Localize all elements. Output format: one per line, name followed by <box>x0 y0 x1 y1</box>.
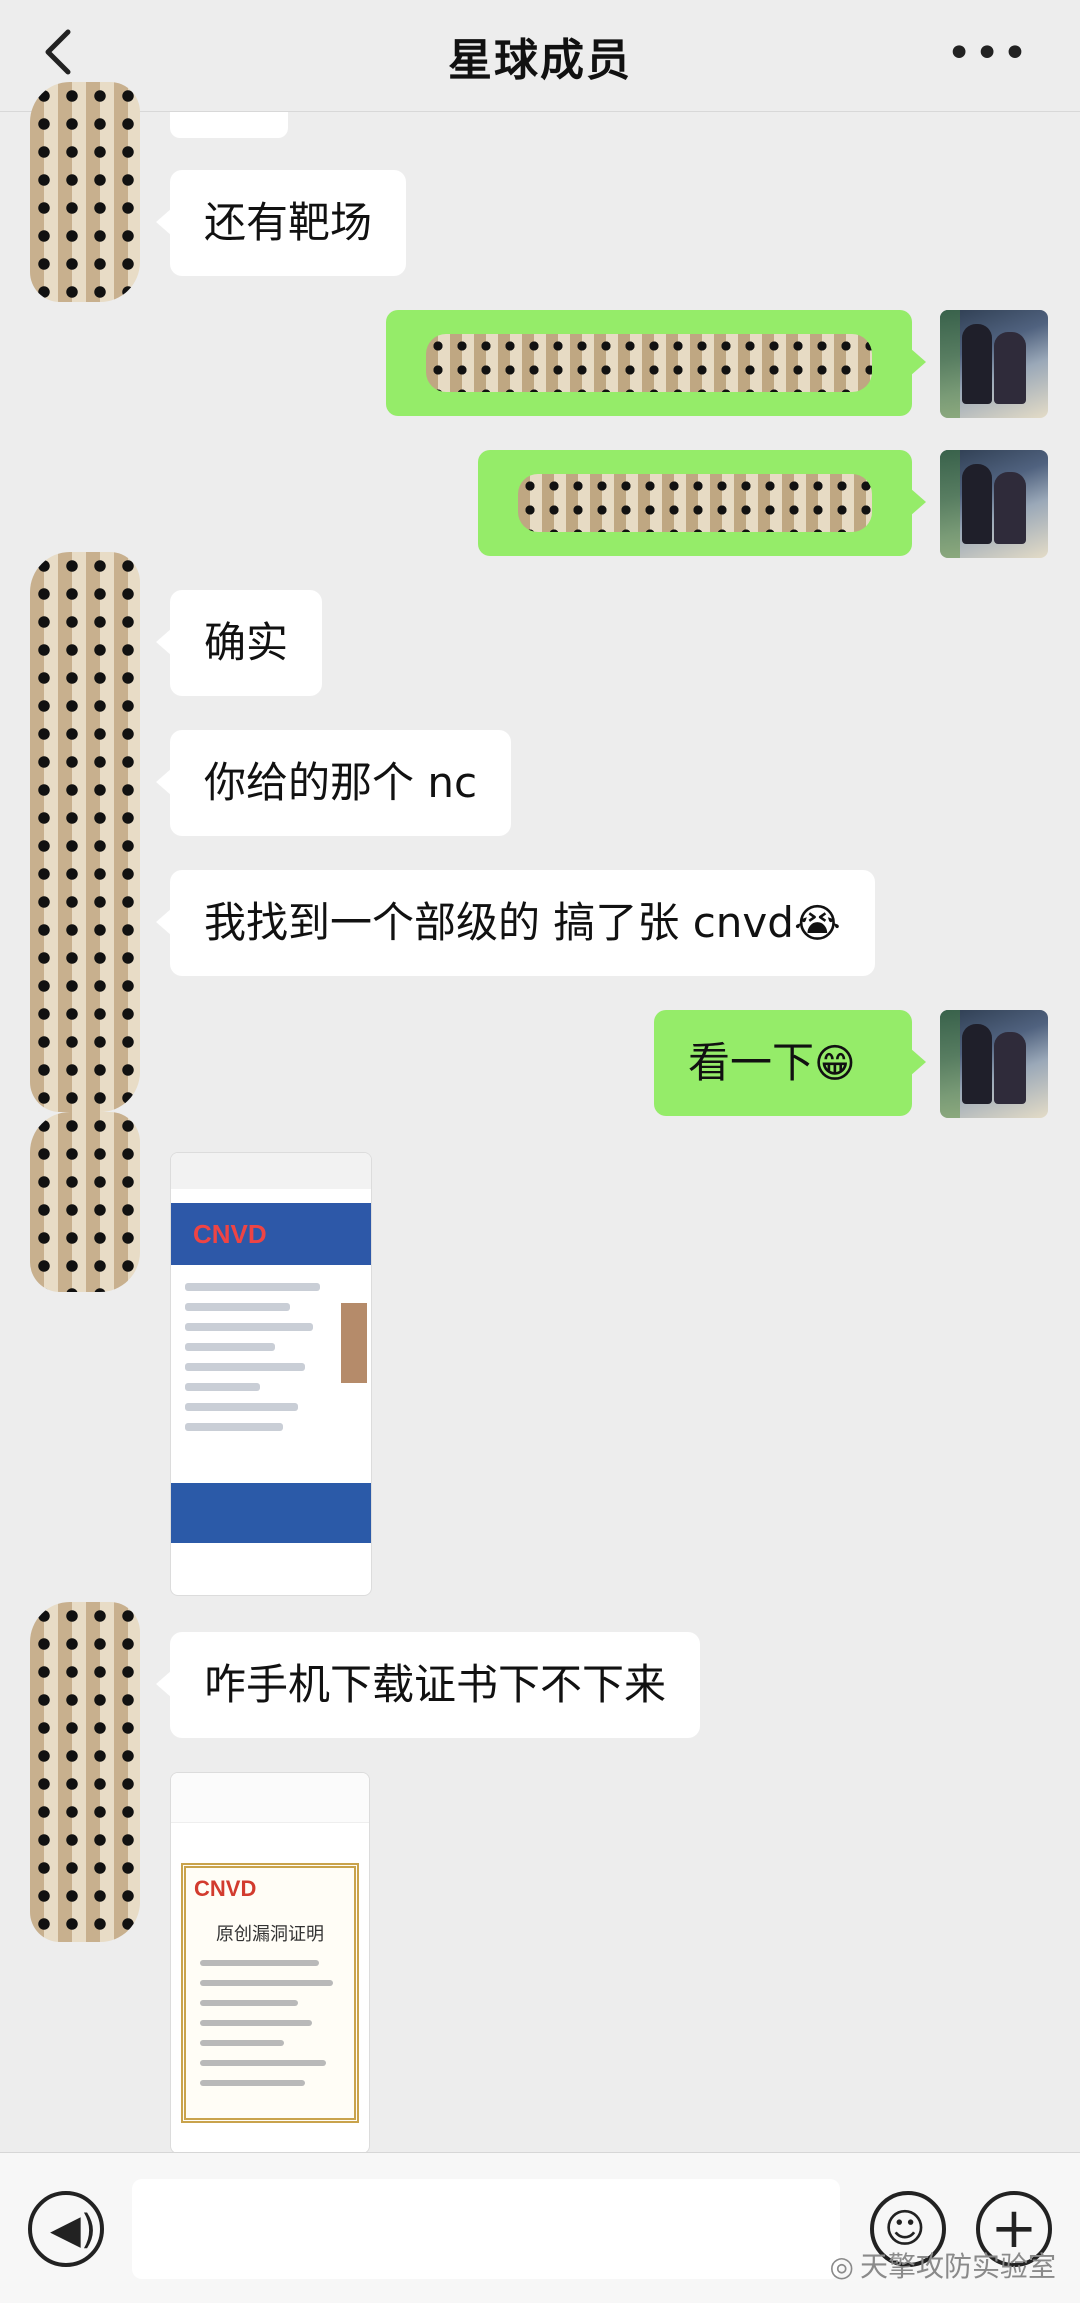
image-message[interactable]: CNVD 原创漏洞证明 <box>170 1772 370 2154</box>
image-content <box>171 1483 371 1543</box>
message-bubble-redacted[interactable] <box>478 450 926 556</box>
chat-header: 星球成员 ••• <box>0 0 1080 112</box>
avatar-art <box>962 1024 992 1104</box>
avatar-art <box>994 472 1026 544</box>
avatar[interactable] <box>30 82 140 302</box>
avatar[interactable] <box>30 1112 140 1292</box>
avatar-art <box>940 450 960 558</box>
message-text: 看一下 <box>688 1038 815 1087</box>
avatar[interactable] <box>30 1602 140 1942</box>
message-bubble[interactable]: 咋手机下载证书下不下来 <box>155 1632 701 1738</box>
message-bubble[interactable]: 我找到一个部级的 搞了张 cnvd😭 <box>156 870 875 976</box>
redaction-mask <box>426 334 872 392</box>
certificate-image: CNVD 原创漏洞证明 <box>181 1863 359 2123</box>
avatar-art <box>940 310 960 418</box>
crying-emoji-icon: 😭 <box>793 901 841 947</box>
input-bar: ◀) ☺ + ◎ 天擎攻防实验室 <box>0 2152 1080 2303</box>
image-content: CNVD <box>171 1203 371 1265</box>
avatar-art <box>962 324 992 404</box>
previous-message-bubble <box>170 112 288 138</box>
more-options-button[interactable]: ••• <box>946 28 1030 79</box>
voice-icon[interactable]: ◀) <box>28 2191 104 2267</box>
message-text: 还有靶场 <box>204 198 373 247</box>
avatar[interactable] <box>30 552 140 1112</box>
avatar[interactable] <box>940 1010 1048 1118</box>
image-content <box>171 1153 371 1189</box>
wechat-icon: ◎ <box>829 2250 854 2283</box>
grin-emoji-icon: 😁 <box>814 1041 856 1087</box>
image-logo: CNVD <box>193 1219 267 1249</box>
avatar-art <box>994 1032 1026 1104</box>
message-bubble-redacted[interactable] <box>386 310 926 416</box>
message-bubble[interactable]: 看一下😁 <box>654 1010 926 1116</box>
message-input[interactable] <box>132 2179 840 2279</box>
message-bubble[interactable]: 确实 <box>155 590 323 696</box>
message-bubble[interactable]: 还有靶场 <box>155 170 407 276</box>
message-text: 咋手机下载证书下不下来 <box>204 1660 667 1709</box>
avatar-art <box>962 464 992 544</box>
message-list[interactable]: 还有靶场 确实 你给的那个 nc 我找到一个部级的 搞了张 cnvd😭 看一下😁 <box>0 82 1080 2154</box>
image-content <box>200 1960 340 2100</box>
avatar-art <box>994 332 1026 404</box>
image-message[interactable]: CNVD <box>170 1152 372 1596</box>
avatar[interactable] <box>940 310 1048 418</box>
redaction-mask <box>518 474 872 532</box>
message-bubble[interactable]: 你给的那个 nc <box>155 730 512 836</box>
message-text: 确实 <box>204 618 289 667</box>
message-text: 你给的那个 nc <box>204 758 478 807</box>
watermark-text: 天擎攻防实验室 <box>859 2250 1056 2283</box>
image-content <box>341 1303 367 1383</box>
voice-glyph: ◀) <box>50 2207 97 2253</box>
page-title: 星球成员 <box>448 35 632 86</box>
certificate-title: 原创漏洞证明 <box>216 1924 324 1945</box>
image-content <box>185 1283 335 1443</box>
avatar-art <box>940 1010 960 1118</box>
image-content <box>171 1773 369 1823</box>
watermark: ◎ 天擎攻防实验室 <box>830 2245 1056 2285</box>
cnvd-logo: CNVD <box>194 1876 257 1901</box>
message-text: 我找到一个部级的 搞了张 cnvd <box>204 898 794 947</box>
avatar[interactable] <box>940 450 1048 558</box>
